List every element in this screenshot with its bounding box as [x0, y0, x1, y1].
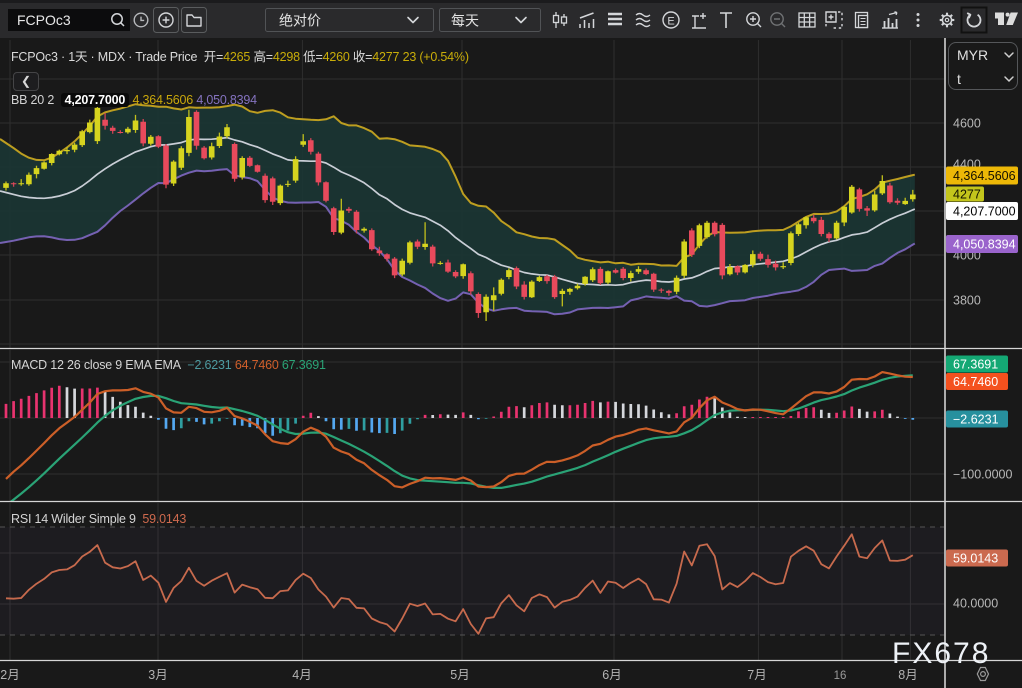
svg-text:4,050.8394: 4,050.8394 — [953, 237, 1016, 251]
svg-text:−100.0000: −100.0000 — [953, 467, 1012, 481]
svg-text:2月: 2月 — [0, 668, 19, 682]
svg-text:16: 16 — [834, 670, 847, 682]
svg-text:4,207.7000: 4,207.7000 — [953, 204, 1016, 218]
svg-text:7月: 7月 — [747, 668, 766, 682]
svg-text:59.0143: 59.0143 — [953, 551, 998, 565]
svg-text:4月: 4月 — [292, 668, 311, 682]
svg-text:FCPOc3: FCPOc3 — [17, 12, 71, 28]
svg-text:5月: 5月 — [450, 668, 469, 682]
svg-text:−2.6231: −2.6231 — [953, 412, 999, 426]
svg-text:6月: 6月 — [602, 668, 621, 682]
svg-text:40.0000: 40.0000 — [953, 596, 998, 610]
svg-text:3月: 3月 — [148, 668, 167, 682]
svg-text:绝对价: 绝对价 — [279, 13, 321, 29]
svg-text:64.7460: 64.7460 — [953, 375, 998, 389]
svg-text:4277: 4277 — [953, 187, 981, 201]
svg-text:4600: 4600 — [953, 116, 981, 130]
svg-text:4,364.5606: 4,364.5606 — [953, 169, 1016, 183]
svg-text:每天: 每天 — [451, 13, 479, 29]
svg-text:3800: 3800 — [953, 293, 981, 307]
svg-text:E: E — [667, 16, 674, 28]
svg-text:67.3691: 67.3691 — [953, 357, 998, 371]
